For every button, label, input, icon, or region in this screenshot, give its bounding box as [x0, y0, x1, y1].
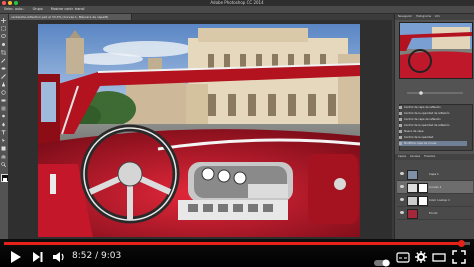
- quick-select-tool-icon[interactable]: [1, 42, 6, 47]
- zoom-tool-icon[interactable]: [1, 162, 6, 167]
- history-item[interactable]: Control de la opacidad: [399, 135, 467, 140]
- layer-name: Curvas 1: [429, 185, 442, 189]
- next-video-icon[interactable]: [32, 249, 44, 267]
- history-state-icon: [399, 123, 402, 127]
- history-item-label: Control de capa de reflexión: [404, 106, 441, 109]
- video-scrubber-handle[interactable]: [457, 240, 465, 247]
- video-progress-played: [4, 242, 462, 245]
- layer-row-selected[interactable]: Curvas 1: [397, 181, 473, 194]
- current-time: 8:52: [72, 251, 93, 261]
- visibility-eye-icon[interactable]: [400, 211, 404, 214]
- move-tool-icon[interactable]: [1, 18, 6, 23]
- navigator-panel-tabs: Navegador Histograma Info: [395, 14, 474, 20]
- curves-adjustment-icon: [407, 183, 418, 193]
- layer-name: Color Lookup 1: [429, 198, 450, 202]
- navigator-zoom-slider[interactable]: [399, 80, 471, 95]
- background-color-swatch[interactable]: [3, 178, 7, 182]
- document-image[interactable]: [38, 24, 360, 237]
- captions-icon[interactable]: [396, 249, 410, 267]
- duration: 9:03: [100, 251, 122, 261]
- auto-select-option[interactable]: Selec. auto.:: [4, 7, 25, 11]
- history-state-icon: [399, 111, 402, 115]
- gradient-tool-icon[interactable]: [1, 106, 6, 111]
- layer-name: Capa 1: [429, 172, 439, 176]
- layer-mask-thumbnail[interactable]: [418, 196, 428, 206]
- layer-name: Fondo: [429, 211, 438, 215]
- right-panel: Navegador Histograma Info Control de cap…: [394, 14, 474, 239]
- layer-thumbnail: [407, 209, 418, 219]
- video-time-display: 8:52 / 9:03: [72, 250, 121, 262]
- tab-info[interactable]: Info: [435, 15, 440, 18]
- path-selection-tool-icon[interactable]: [1, 138, 6, 143]
- clone-stamp-tool-icon[interactable]: [1, 82, 6, 87]
- layers-panel-tabs: Capas Canales Trazados: [395, 154, 474, 160]
- pen-tool-icon[interactable]: [1, 122, 6, 127]
- tab-layers[interactable]: Capas: [398, 155, 406, 158]
- layer-row[interactable]: Capa 1: [397, 168, 473, 181]
- history-state-icon: [399, 129, 402, 133]
- tab-channels[interactable]: Canales: [410, 155, 420, 158]
- history-item[interactable]: Control de la opacidad de reflexión: [399, 111, 467, 116]
- time-separator: /: [92, 251, 101, 261]
- history-state-icon: [399, 141, 402, 145]
- history-item-label: Modificar capa de curvas: [404, 142, 437, 145]
- brush-tool-icon[interactable]: [1, 74, 6, 79]
- history-item-label: Nuevo de capa: [404, 130, 424, 133]
- show-transform-controls-option[interactable]: Mostrar contr. transf.: [51, 7, 85, 11]
- layers-panel: Capas Canales Trazados Capa 1 Curvas 1 C…: [395, 154, 474, 239]
- history-item[interactable]: Control de capa de reflexión: [399, 117, 467, 122]
- play-icon[interactable]: [10, 249, 22, 267]
- visibility-eye-icon[interactable]: [400, 185, 404, 188]
- settings-gear-icon[interactable]: [414, 249, 428, 267]
- crop-tool-icon[interactable]: [1, 50, 6, 55]
- history-item[interactable]: Control de capa de reflexión: [399, 105, 467, 110]
- tab-paths[interactable]: Trazados: [424, 155, 435, 158]
- group-option[interactable]: Grupo: [33, 7, 43, 11]
- type-tool-icon[interactable]: [1, 130, 6, 135]
- history-item-label: Control de la opacidad de reflexión: [404, 112, 450, 115]
- options-bar: Selec. auto.: Grupo Mostrar contr. trans…: [0, 6, 474, 14]
- volume-icon[interactable]: [52, 249, 66, 267]
- dodge-tool-icon[interactable]: [1, 114, 6, 119]
- history-item[interactable]: Control de la opacidad de reflexión: [399, 123, 467, 128]
- layer-row[interactable]: Fondo: [397, 207, 473, 220]
- history-item-label: Control de la opacidad de reflexión: [404, 124, 450, 127]
- tab-navigator[interactable]: Navegador: [398, 15, 412, 18]
- history-item-selected[interactable]: Modificar capa de curvas: [399, 141, 467, 146]
- layer-row[interactable]: Color Lookup 1: [397, 194, 473, 207]
- history-item-label: Control de capa de reflexión: [404, 118, 441, 121]
- layer-thumbnail: [407, 170, 418, 180]
- healing-brush-tool-icon[interactable]: [1, 66, 6, 71]
- screen: Adobe Photoshop CC 2014 Selec. auto.: Gr…: [0, 0, 474, 267]
- navigator-thumbnail[interactable]: [399, 22, 473, 79]
- history-item-label: Control de la opacidad: [404, 136, 434, 139]
- shape-tool-icon[interactable]: [1, 146, 6, 151]
- visibility-eye-icon[interactable]: [400, 198, 404, 201]
- history-state-icon: [399, 117, 402, 121]
- visibility-eye-icon[interactable]: [400, 172, 404, 175]
- eraser-tool-icon[interactable]: [1, 98, 6, 103]
- fullscreen-icon[interactable]: [452, 249, 466, 267]
- history-state-icon: [399, 135, 402, 139]
- hand-tool-icon[interactable]: [1, 154, 6, 159]
- history-item[interactable]: Nuevo de capa: [399, 129, 467, 134]
- layer-mask-thumbnail[interactable]: [418, 183, 428, 193]
- video-progress-bar[interactable]: [4, 240, 470, 247]
- color-lookup-adjustment-icon: [407, 196, 418, 206]
- eyedropper-tool-icon[interactable]: [1, 58, 6, 63]
- history-state-icon: [399, 105, 402, 109]
- tab-histogram[interactable]: Histograma: [416, 15, 431, 18]
- lasso-tool-icon[interactable]: [1, 34, 6, 39]
- marquee-tool-icon[interactable]: [1, 26, 6, 31]
- theater-mode-icon[interactable]: [432, 249, 446, 267]
- autoplay-toggle[interactable]: [374, 252, 390, 267]
- history-brush-tool-icon[interactable]: [1, 90, 6, 95]
